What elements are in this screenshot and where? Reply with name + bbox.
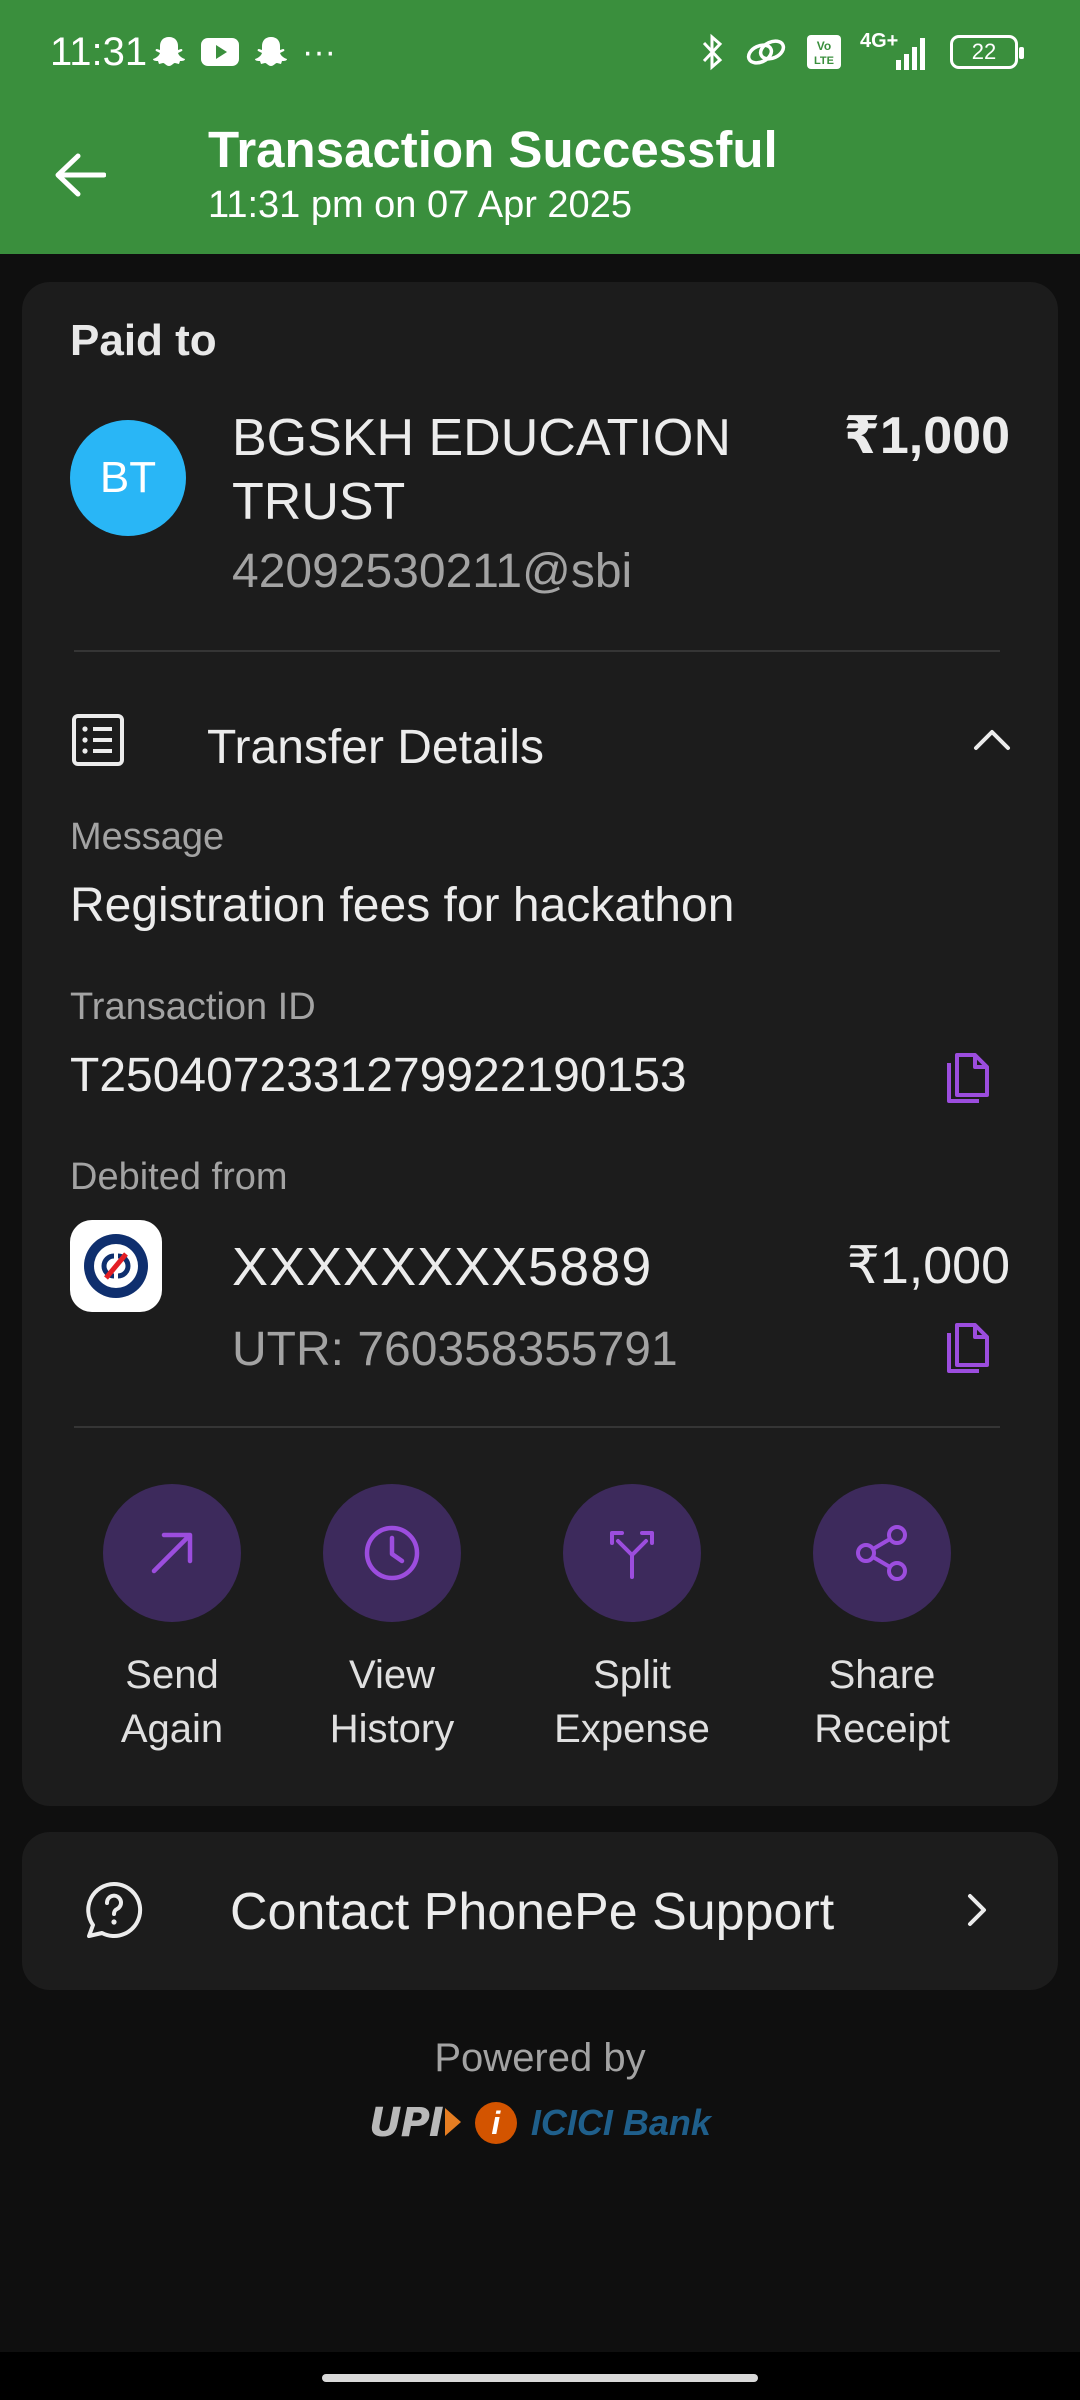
receipt-list-icon (72, 714, 124, 766)
transfer-details-label: Transfer Details (207, 721, 544, 774)
svg-text:Vo: Vo (817, 39, 831, 53)
contact-support-button[interactable]: Contact PhonePe Support (22, 1832, 1058, 1990)
status-bar: 11:31 ··· Vo LTE 4G+ 22 (0, 0, 1080, 108)
battery-level: 22 (971, 39, 997, 64)
action-buttons: Send Again View History Split Expense Share… (22, 1484, 1058, 1784)
upi-logo-text: UPI (369, 2100, 444, 2146)
svg-text:LTE: LTE (814, 55, 834, 67)
split-expense-label: Split Expense (554, 1653, 710, 1751)
view-history-button[interactable]: View History (292, 1484, 492, 1756)
copy-transaction-id-button[interactable] (938, 1046, 998, 1112)
avatar: BT (70, 420, 186, 536)
transaction-timestamp: 11:31 pm on 07 Apr 2025 (208, 184, 632, 226)
notification-icons: ··· (152, 30, 336, 74)
view-history-circle (323, 1484, 461, 1622)
youtube-icon (201, 38, 239, 66)
chevron-right-icon (968, 1894, 986, 1926)
icici-logo-icon: i (474, 2102, 517, 2144)
back-button[interactable] (50, 138, 110, 212)
icici-logo-text: ICICI Bank (530, 2102, 711, 2143)
bank-logo (70, 1220, 162, 1312)
share-icon (856, 1525, 907, 1581)
account-number: XXXXXXXX5889 (232, 1237, 653, 1297)
home-gesture-handle[interactable] (322, 2374, 758, 2382)
divider (74, 650, 1000, 652)
message-label: Message (70, 816, 225, 858)
avatar-initials: BT (99, 453, 157, 502)
header-bar: 11:31 ··· Vo LTE 4G+ 22 Transaction Succe… (0, 0, 1080, 254)
status-time: 11:31 (50, 30, 148, 74)
copy-icon (947, 1323, 989, 1373)
chevron-up-icon (974, 730, 1010, 750)
split-expense-button[interactable]: Split Expense (532, 1484, 732, 1756)
debited-from-label: Debited from (70, 1156, 288, 1198)
upi-logo: UPI (369, 2100, 461, 2146)
utr-number: UTR: 760358355791 (232, 1323, 678, 1376)
divider (74, 1426, 1000, 1428)
navigation-bar (0, 2352, 1080, 2400)
kotak-bank-icon (84, 1234, 148, 1298)
powered-by-label: Powered by (434, 2036, 646, 2080)
payee-upi-id: 42092530211@sbi (232, 545, 633, 598)
transaction-id-value: T2504072331279922190153 (70, 1049, 687, 1102)
send-again-label: Send Again (120, 1653, 224, 1751)
transfer-details-toggle[interactable]: Transfer Details (70, 692, 1020, 802)
transaction-id-label: Transaction ID (70, 986, 316, 1028)
partner-logos: UPI i ICICI Bank (0, 2100, 1080, 2146)
snapchat-icon (255, 37, 287, 66)
copy-utr-button[interactable] (938, 1316, 998, 1382)
share-receipt-circle (813, 1484, 951, 1622)
split-expense-circle (563, 1484, 701, 1622)
clock-icon (364, 1525, 420, 1581)
arrow-left-icon (55, 153, 106, 197)
share-receipt-button[interactable]: Share Receipt (782, 1484, 982, 1756)
more-notifications-icon: ··· (302, 33, 336, 71)
help-chat-icon (86, 1881, 143, 1938)
paid-to-label: Paid to (70, 316, 217, 365)
contact-support-label: Contact PhonePe Support (230, 1883, 835, 1941)
signal-icon: 4G+ (860, 30, 932, 74)
bluetooth-icon (702, 33, 723, 71)
battery-icon: 22 (950, 35, 1024, 69)
volte-icon: Vo LTE (807, 35, 841, 69)
send-again-button[interactable]: Send Again (72, 1484, 272, 1756)
arrow-up-right-icon (151, 1532, 193, 1574)
share-receipt-label: Share Receipt (814, 1653, 950, 1751)
split-icon (610, 1531, 654, 1579)
page-title: Transaction Successful (208, 121, 778, 178)
snapchat-icon (153, 37, 185, 66)
message-value: Registration fees for hackathon (70, 879, 735, 932)
send-again-circle (103, 1484, 241, 1622)
view-history-label: View History (329, 1653, 455, 1751)
upi-arrow-icon (444, 2108, 461, 2136)
link-icon (746, 39, 786, 65)
copy-icon (947, 1053, 989, 1103)
paid-amount: ₹1,000 (843, 407, 1010, 465)
system-icons: Vo LTE 4G+ 22 (700, 30, 1024, 74)
transaction-card: Paid to BT BGSKH EDUCATION TRUST 4209253… (22, 282, 1058, 1806)
debited-amount: ₹1,000 (846, 1237, 1010, 1295)
payee-name: BGSKH EDUCATION TRUST (232, 409, 731, 531)
